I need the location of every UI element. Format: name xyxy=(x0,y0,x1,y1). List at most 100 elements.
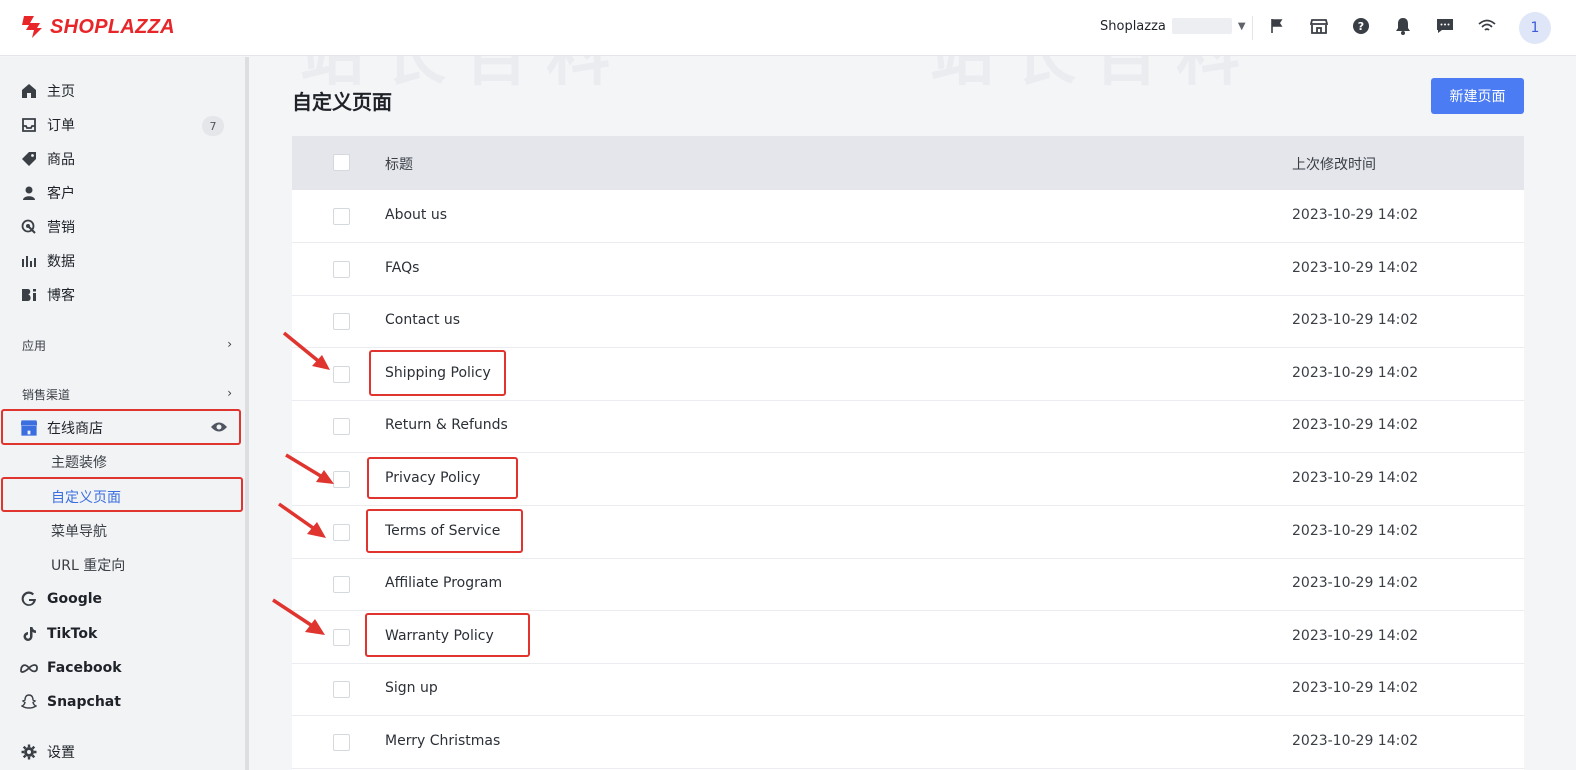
modified-time: 2023-10-29 14:02 xyxy=(1292,575,1419,592)
person-icon xyxy=(20,184,38,202)
sidebar-item-label: 客户 xyxy=(47,186,75,202)
inbox-icon xyxy=(20,116,38,134)
page-title-link[interactable]: Return & Refunds xyxy=(385,417,508,433)
modified-time: 2023-10-29 14:02 xyxy=(1292,522,1419,539)
row-checkbox[interactable] xyxy=(333,208,350,225)
sidebar-item-orders[interactable]: 订单 7 xyxy=(0,108,246,142)
sidebar-item-tiktok[interactable]: TikTok xyxy=(0,617,246,651)
modified-time: 2023-10-29 14:02 xyxy=(1292,207,1419,223)
help-icon[interactable]: ? xyxy=(1351,16,1371,36)
table-header: 标题 上次修改时间 xyxy=(292,136,1524,190)
sidebar-item-label: 商品 xyxy=(47,152,75,168)
annotation-arrow-icon xyxy=(285,453,334,484)
sidebar-item-facebook[interactable]: Facebook xyxy=(0,651,246,685)
column-header-modified: 上次修改时间 xyxy=(1292,157,1376,173)
avatar[interactable]: 1 xyxy=(1519,12,1551,44)
shoplazza-logo-icon xyxy=(22,16,42,38)
select-all-checkbox[interactable] xyxy=(333,154,350,171)
table-row[interactable]: FAQs 2023-10-29 14:02 xyxy=(292,243,1524,296)
sidebar-section-apps[interactable]: 应用 › xyxy=(22,337,232,354)
row-checkbox[interactable] xyxy=(333,576,350,594)
chevron-right-icon: › xyxy=(227,337,232,351)
row-checkbox[interactable] xyxy=(333,523,350,541)
table-row[interactable]: Sign up 2023-10-29 14:02 xyxy=(292,663,1524,717)
page-title-link[interactable]: Affiliate Program xyxy=(385,575,502,591)
sidebar-item-customers[interactable]: 客户 xyxy=(0,176,246,210)
page-title: 自定义页面 xyxy=(292,90,392,114)
tiktok-icon xyxy=(20,625,38,643)
annotation-highlight-box xyxy=(366,509,523,553)
sidebar-item-settings[interactable]: 设置 xyxy=(0,735,246,769)
home-icon xyxy=(20,82,38,100)
gear-icon xyxy=(20,743,38,761)
orders-count-badge: 7 xyxy=(202,116,224,136)
section-label: 应用 xyxy=(22,339,47,353)
brand-logo[interactable]: SHOPLAZZA xyxy=(20,14,175,40)
annotation-highlight-box xyxy=(1,409,241,445)
modified-time: 2023-10-29 14:02 xyxy=(1292,627,1419,644)
sidebar-item-analytics[interactable]: 数据 xyxy=(0,244,246,278)
annotation-highlight-box xyxy=(367,457,518,499)
sidebar-subitem-menu-nav[interactable]: 菜单导航 xyxy=(0,514,246,548)
sidebar-item-label: 设置 xyxy=(47,745,75,761)
page-title-link[interactable]: Sign up xyxy=(385,680,438,696)
sidebar-item-label: Facebook xyxy=(47,660,122,676)
wifi-icon[interactable] xyxy=(1477,16,1497,36)
sidebar-item-label: Snapchat xyxy=(47,694,121,710)
sidebar-item-marketing[interactable]: 营销 xyxy=(0,210,246,244)
modified-time: 2023-10-29 14:02 xyxy=(1292,312,1419,329)
annotation-arrow-icon xyxy=(282,331,330,370)
row-checkbox[interactable] xyxy=(333,260,350,278)
sidebar-item-snapchat[interactable]: Snapchat xyxy=(0,685,246,719)
table-row[interactable]: Affiliate Program 2023-10-29 14:02 xyxy=(292,558,1524,612)
marketing-icon xyxy=(20,218,38,236)
sidebar-item-label: 营销 xyxy=(47,220,75,236)
row-checkbox[interactable] xyxy=(333,628,350,646)
page-title-link[interactable]: About us xyxy=(385,207,447,223)
row-checkbox[interactable] xyxy=(333,681,350,699)
sidebar-item-label: 博客 xyxy=(47,288,75,304)
row-checkbox[interactable] xyxy=(333,418,350,436)
new-page-button[interactable]: 新建页面 xyxy=(1431,78,1524,114)
pages-table: 标题 上次修改时间 About us 2023-10-29 14:02 FAQs 20… xyxy=(292,136,1524,770)
sidebar-item-google[interactable]: Google xyxy=(0,582,246,616)
table-row[interactable]: Return & Refunds 2023-10-29 14:02 xyxy=(292,400,1524,454)
table-row[interactable]: About us 2023-10-29 14:02 xyxy=(292,190,1524,243)
sidebar-subitem-theme[interactable]: 主题装修 xyxy=(0,445,246,479)
meta-icon xyxy=(20,659,38,677)
page-title-link[interactable]: Contact us xyxy=(385,312,460,328)
modified-time: 2023-10-29 14:02 xyxy=(1292,470,1419,486)
sidebar-item-label: 数据 xyxy=(47,254,75,270)
sidebar-item-home[interactable]: 主页 xyxy=(0,74,246,108)
bar-chart-icon xyxy=(20,252,38,270)
modified-time: 2023-10-29 14:02 xyxy=(1292,680,1419,697)
snapchat-icon xyxy=(20,693,38,711)
annotation-highlight-box xyxy=(365,613,530,657)
chevron-right-icon: › xyxy=(227,386,232,400)
store-switcher[interactable]: Shoplazza ▼ xyxy=(1100,18,1246,34)
page-title-link[interactable]: FAQs xyxy=(385,260,419,276)
annotation-highlight-box xyxy=(1,477,243,512)
sidebar-item-label: 订单 xyxy=(47,118,75,134)
column-header-title: 标题 xyxy=(385,157,413,173)
sidebar-item-products[interactable]: 商品 xyxy=(0,142,246,176)
bell-icon[interactable] xyxy=(1393,16,1413,36)
divider xyxy=(1252,16,1253,40)
sidebar-item-label: TikTok xyxy=(47,626,98,642)
message-icon[interactable] xyxy=(1435,16,1455,36)
flag-icon[interactable] xyxy=(1267,16,1287,36)
brand-name: SHOPLAZZA xyxy=(50,15,175,38)
modified-time: 2023-10-29 14:02 xyxy=(1292,417,1419,434)
sidebar-subitem-url-redirect[interactable]: URL 重定向 xyxy=(0,548,246,582)
top-bar: SHOPLAZZA Shoplazza ▼ ? 1 xyxy=(0,0,1576,56)
page-title-link[interactable]: Merry Christmas xyxy=(385,733,500,749)
annotation-highlight-box xyxy=(369,350,506,396)
store-name-redacted xyxy=(1171,18,1232,34)
table-row[interactable]: Contact us 2023-10-29 14:02 xyxy=(292,295,1524,349)
store-icon[interactable] xyxy=(1309,16,1329,36)
google-icon xyxy=(20,590,38,608)
sidebar-section-channels[interactable]: 销售渠道 › xyxy=(22,386,232,403)
row-checkbox[interactable] xyxy=(333,734,350,751)
table-row[interactable]: Merry Christmas 2023-10-29 14:02 xyxy=(292,716,1524,769)
sidebar-item-blog[interactable]: 博客 xyxy=(0,278,246,312)
